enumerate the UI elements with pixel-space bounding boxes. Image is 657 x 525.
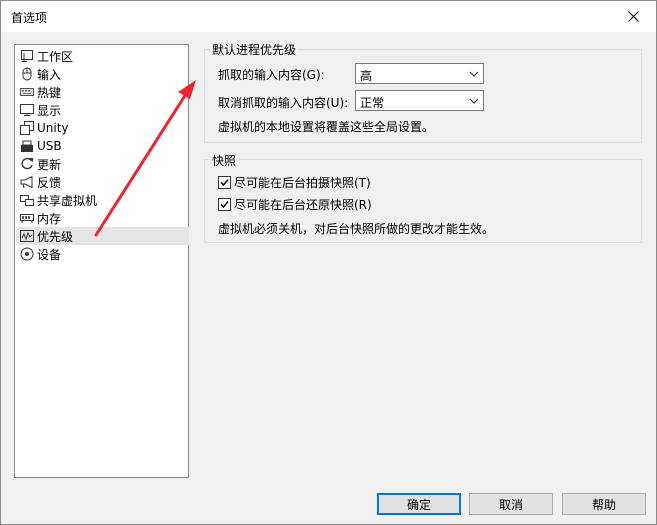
sidebar-item-priority[interactable]: 优先级: [16, 227, 189, 245]
snapshots-title: 快照: [210, 152, 239, 169]
monitor-icon: [19, 102, 35, 118]
workspace-icon: [19, 48, 35, 64]
sidebar-item-label: 输入: [37, 67, 62, 82]
sidebar-item-devices[interactable]: 设备: [19, 245, 186, 263]
checkbox-box[interactable]: [218, 176, 231, 189]
close-button[interactable]: [610, 1, 656, 32]
title-bar: 首选项: [1, 1, 656, 32]
sidebar-item-label: 更新: [37, 157, 62, 172]
sidebar-item-label: 内存: [37, 211, 62, 226]
checkbox-box[interactable]: [218, 198, 231, 211]
restore-snapshot-background-checkbox[interactable]: 尽可能在后台还原快照(R): [218, 196, 372, 213]
grabbed-input-label: 抓取的输入内容(G):: [218, 68, 325, 82]
sidebar-item-label: 共享虚拟机: [37, 193, 98, 208]
restore-snapshot-background-label: 尽可能在后台还原快照(R): [234, 198, 372, 212]
sidebar-item-label: 优先级: [37, 229, 74, 244]
sidebar-item-label: 显示: [37, 103, 62, 118]
snapshot-note: 虚拟机必须关机，对后台快照所做的更改才能生效。: [218, 222, 495, 236]
mouse-icon: [19, 66, 35, 82]
usb-icon: [19, 138, 35, 154]
sidebar-item-memory[interactable]: 内存: [19, 209, 186, 227]
sidebar-item-label: 工作区: [37, 49, 74, 64]
unity-icon: [19, 120, 35, 136]
sidebar-item-update[interactable]: 更新: [19, 155, 186, 173]
close-icon: [627, 11, 639, 22]
sidebar-item-shared-vms[interactable]: 共享虚拟机: [19, 191, 186, 209]
preferences-dialog: 首选项 工作区 输入 热键 显示 Unity USB 更新 反馈 共享虚拟机 内…: [0, 0, 657, 525]
refresh-icon: [19, 156, 35, 172]
grabbed-input-select[interactable]: 高: [355, 63, 484, 84]
keyboard-icon: [19, 84, 35, 100]
sidebar-item-input[interactable]: 输入: [19, 65, 186, 83]
sidebar-item-label: 热键: [37, 85, 62, 100]
ok-button[interactable]: 确定: [377, 493, 461, 515]
megaphone-icon: [19, 174, 35, 190]
category-list[interactable]: 工作区 输入 热键 显示 Unity USB 更新 反馈 共享虚拟机 内存 优先…: [14, 44, 189, 478]
chevron-down-icon: [469, 71, 479, 77]
ungrabbed-input-label: 取消抓取的输入内容(U):: [218, 96, 349, 110]
default-priority-title: 默认进程优先级: [210, 41, 299, 58]
priority-override-note: 虚拟机的本地设置将覆盖这些全局设置。: [218, 120, 435, 134]
take-snapshot-background-label: 尽可能在后台拍摄快照(T): [234, 176, 371, 190]
sidebar-item-unity[interactable]: Unity: [19, 119, 186, 137]
sidebar-item-workspace[interactable]: 工作区: [19, 47, 186, 65]
ungrabbed-input-select[interactable]: 正常: [355, 90, 484, 111]
checkmark-icon: [220, 201, 229, 209]
ungrabbed-input-value: 正常: [360, 96, 385, 110]
grabbed-input-value: 高: [360, 69, 373, 83]
sidebar-item-label: Unity: [37, 121, 69, 135]
sidebar-item-usb[interactable]: USB: [19, 137, 186, 155]
shared-vm-icon: [19, 192, 35, 208]
window-title: 首选项: [11, 11, 48, 25]
sidebar-item-display[interactable]: 显示: [19, 101, 186, 119]
sidebar-item-label: USB: [37, 139, 62, 153]
take-snapshot-background-checkbox[interactable]: 尽可能在后台拍摄快照(T): [218, 174, 371, 191]
memory-icon: [19, 210, 35, 226]
sidebar-item-label: 设备: [37, 247, 62, 262]
sidebar-item-feedback[interactable]: 反馈: [19, 173, 186, 191]
sidebar-item-hotkeys[interactable]: 热键: [19, 83, 186, 101]
device-icon: [19, 246, 35, 262]
sidebar-item-label: 反馈: [37, 175, 62, 190]
priority-icon: [19, 228, 35, 244]
help-button[interactable]: 帮助: [562, 493, 646, 515]
cancel-button[interactable]: 取消: [469, 493, 553, 515]
chevron-down-icon: [469, 98, 479, 104]
checkmark-icon: [220, 179, 229, 187]
